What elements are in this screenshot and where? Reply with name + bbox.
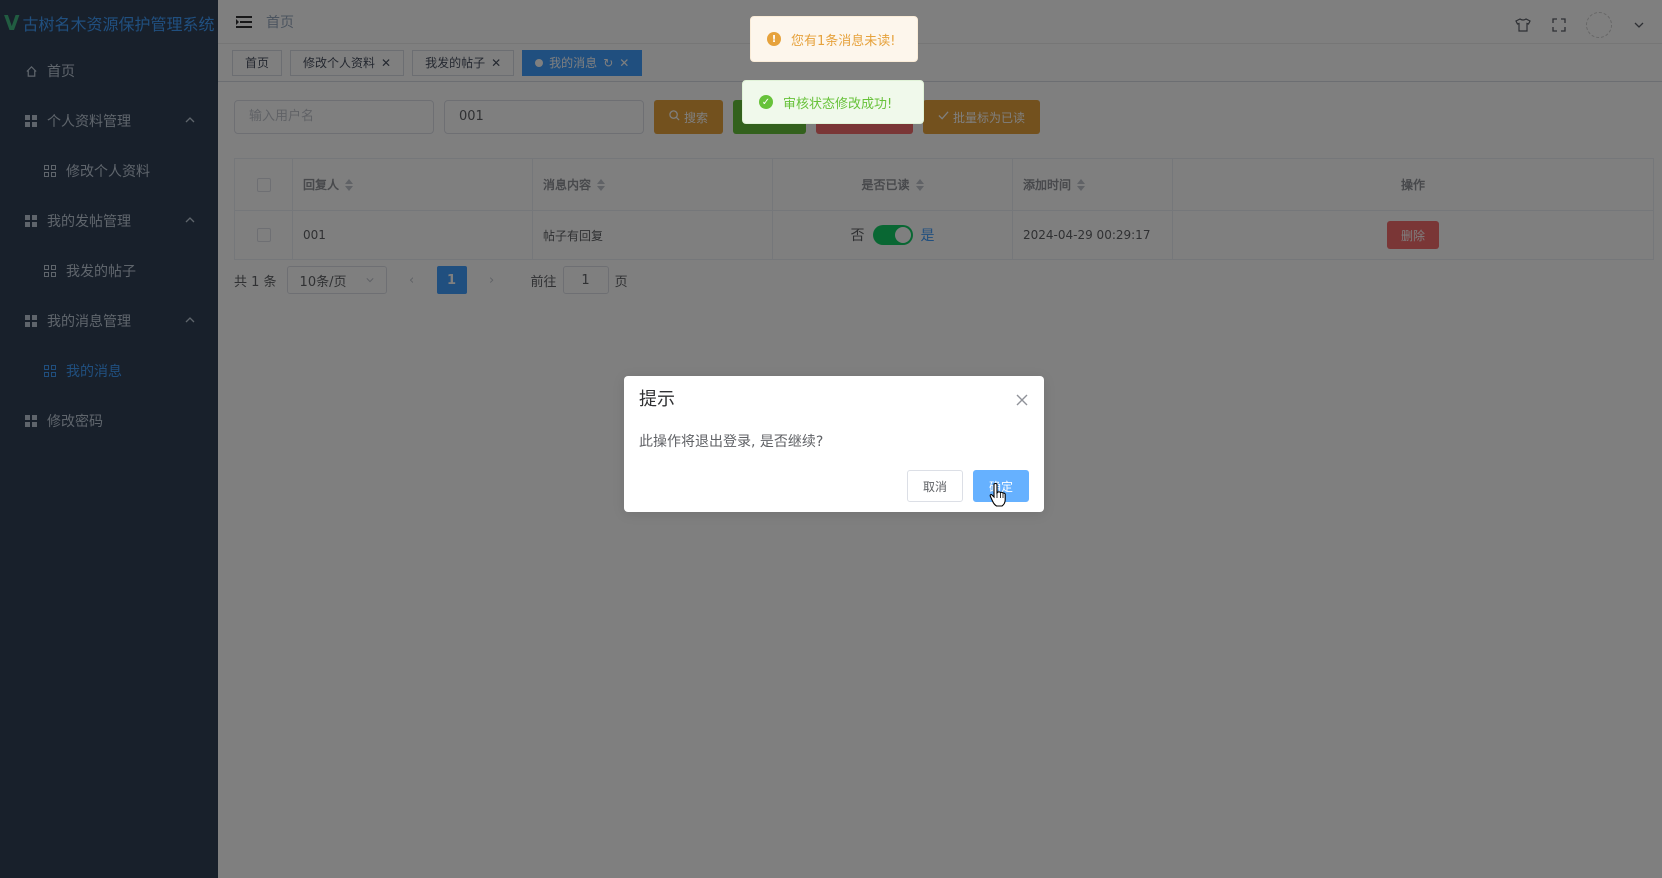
warning-toast-message: 您有1条消息未读! <box>791 33 896 49</box>
warning-toast: ! 您有1条消息未读! <box>750 16 918 62</box>
confirm-dialog: 提示 此操作将退出登录, 是否继续? 取消 确定 <box>624 376 1044 512</box>
hand-cursor-icon <box>989 482 1006 507</box>
dialog-title: 提示 <box>639 389 675 410</box>
close-icon[interactable] <box>1015 393 1029 407</box>
cancel-button[interactable]: 取消 <box>906 470 963 502</box>
warning-icon: ! <box>767 32 781 46</box>
dialog-message: 此操作将退出登录, 是否继续? <box>639 434 824 450</box>
success-check-icon: ✓ <box>759 95 773 109</box>
success-toast: ✓ 审核状态修改成功! <box>742 80 924 124</box>
success-toast-message: 审核状态修改成功! <box>783 96 893 112</box>
